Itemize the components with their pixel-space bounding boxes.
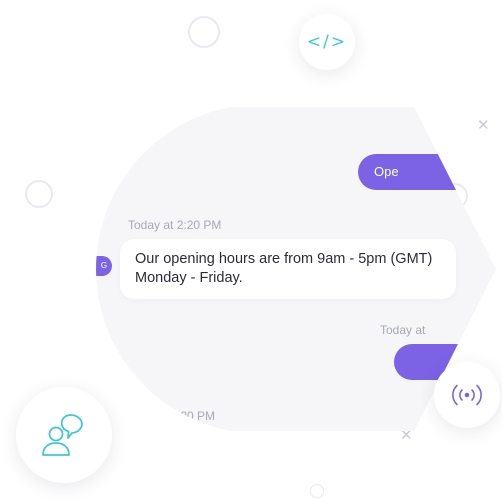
code-icon: </> — [306, 32, 348, 52]
code-icon-bubble: </> — [299, 14, 355, 70]
broadcast-icon — [452, 384, 482, 406]
decor-cross-right: ✕ — [477, 117, 490, 134]
message-timestamp-3: :20 PM — [177, 409, 216, 423]
message-timestamp-2: Today at — [380, 323, 426, 337]
decor-ring-top — [188, 16, 220, 48]
message-timestamp: Today at 2:20 PM — [128, 218, 222, 232]
agent-avatar: G — [96, 256, 112, 276]
received-message-bubble: Our opening hours are from 9am - 5pm (GM… — [120, 239, 456, 299]
decor-ring-bottom — [310, 484, 324, 498]
user-chat-icon — [42, 414, 83, 456]
sent-message-text: Ope — [374, 164, 399, 179]
received-message-text: Our opening hours are from 9am - 5pm (GM… — [135, 251, 433, 286]
decor-ring-left — [25, 180, 53, 208]
broadcast-icon-bubble — [434, 362, 500, 428]
user-chat-icon-bubble — [16, 387, 112, 483]
